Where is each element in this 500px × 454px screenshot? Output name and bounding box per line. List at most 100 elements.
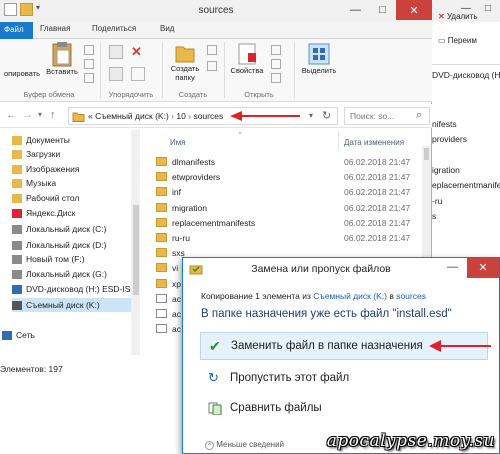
folder-icon [156,233,167,242]
column-header-date[interactable]: Дата изменения [344,138,404,147]
nav-item-label: Загрузки [26,149,61,159]
file-row[interactable]: replacementmanifests 06.02.2018 21:47 [156,216,426,231]
nav-item-label: Локальный диск (G:) [26,269,107,279]
file-row[interactable]: ru-ru 06.02.2018 21:47 [156,231,426,246]
dialog-close-button[interactable]: ✕ [467,258,499,278]
new-item-icon[interactable] [207,45,217,55]
search-input[interactable]: Поиск: so... ⌕ [344,107,430,125]
new-folder-button[interactable]: Создать папку [165,42,205,82]
drive-icon [12,269,22,279]
select-button[interactable]: Выделить [297,42,341,75]
file-row[interactable]: inf 06.02.2018 21:47 [156,185,426,200]
conflict-message: В папке назначения уже есть файл "instal… [201,308,452,320]
new-folder-icon [175,46,195,63]
dialog-minimize-button[interactable]: — [447,261,458,273]
tab-view[interactable]: Вид [160,24,174,33]
file-name: inf [172,187,181,198]
background-file-item: -ru [432,195,443,206]
file-icon [156,324,167,334]
copy-to-icon[interactable] [109,67,123,81]
file-list-scroll-thumb[interactable] [424,148,429,160]
copy-button[interactable]: опировать [0,69,44,78]
file-row[interactable]: migration 06.02.2018 21:47 [156,201,426,216]
copy-path-icon[interactable] [84,59,94,69]
breadcrumb-item[interactable]: 10 [176,111,185,121]
nav-item[interactable]: Документы [12,133,70,147]
music-icon [12,178,22,188]
drive-icon [12,224,22,234]
replace-or-skip-dialog: Замена или пропуск файлов — ✕ Копировани… [182,257,500,454]
refresh-icon[interactable]: ↻ [322,109,331,122]
maximize-button[interactable]: □ [369,0,396,20]
paste-shortcut-icon[interactable] [84,73,94,83]
folder-icon [156,278,167,288]
nav-item-label: Новый том (F:) [26,254,85,264]
breadcrumb-item[interactable]: sources [193,111,223,121]
annotation-arrow-icon [230,111,300,121]
properties-icon [238,43,256,65]
minimize-button[interactable]: — [342,0,369,20]
breadcrumb-item[interactable]: Съемный диск (K:) [95,111,169,121]
nav-item[interactable]: Загрузки [12,147,60,161]
paste-button[interactable]: Вставить [42,41,82,76]
nav-item-label: Яндекс.Диск [26,208,76,218]
background-dvd-label: DVD-дисковод (H:) ES [432,70,500,80]
close-button[interactable]: ✕ [396,0,432,20]
nav-item[interactable]: DVD-дисковод (H:) ESD-ISO [12,282,137,296]
less-details-toggle[interactable]: ^ Меньше сведений [205,440,284,450]
folder-icon [156,187,167,197]
file-row[interactable]: etwproviders 06.02.2018 21:47 [156,170,426,185]
nav-item[interactable]: Яндекс.Диск [12,206,75,220]
file-name: ac [172,309,181,319]
nav-item[interactable]: Изображения [12,162,79,176]
recent-locations-icon[interactable]: ▾ [38,110,42,119]
paste-icon [52,42,72,67]
file-name: vi [172,263,179,274]
skip-file-option[interactable]: ↻ Пропустить этот файл [200,364,488,392]
file-name: ac [172,324,181,335]
navigation-pane: Документы Загрузки Изображения Музыка Рабочи… [0,128,140,360]
forward-arrow-icon[interactable]: → [22,109,33,121]
move-to-icon[interactable] [109,45,123,59]
nav-item[interactable]: Съемный диск (K:) [12,298,140,312]
breadcrumb-overflow[interactable]: « [88,111,93,121]
nav-item[interactable]: Рабочий стол [12,191,79,205]
history-icon[interactable] [271,73,281,83]
rename-button[interactable]: ▭ Переим [438,36,477,45]
copy-dest-link[interactable]: sources [396,291,426,301]
drive-icon [12,254,22,264]
nav-item[interactable]: Локальный диск (C:) [12,222,106,236]
title-bar: ▾ sources — □ ✕ [0,0,432,22]
nav-item[interactable]: Локальный диск (G:) [12,267,107,281]
copy-source-link[interactable]: Съемный диск (K:) [313,291,387,301]
up-arrow-icon[interactable]: ↑ [50,109,56,121]
rename-icon[interactable] [131,67,145,81]
nav-item[interactable]: Новый том (F:) [12,252,85,266]
cut-icon[interactable] [84,45,94,55]
nav-item[interactable]: Музыка [12,176,56,190]
properties-button[interactable]: Свойства [227,42,267,75]
file-name: ac [172,293,181,304]
address-dropdown-icon[interactable]: ▾ [309,111,313,120]
tab-home[interactable]: Главная [40,24,70,33]
easy-access-icon[interactable] [207,61,217,71]
delete-button[interactable]: ✕ Удалить [438,12,477,21]
delete-icon[interactable]: ✕ [131,44,142,60]
tab-file[interactable]: Файл [0,22,33,39]
compare-files-option[interactable]: Сравнить файлы [200,394,488,422]
compare-icon [208,402,222,415]
tab-share[interactable]: Поделиться [92,24,136,33]
maximize-icon[interactable]: □ [478,3,498,17]
navigation-scroll-thumb[interactable] [133,205,139,295]
back-arrow-icon[interactable]: ← [6,109,17,121]
organize-group: ✕ Упорядочить [101,39,161,102]
open-icon[interactable] [271,45,281,55]
edit-icon[interactable] [271,59,281,69]
file-name: etwproviders [172,172,221,183]
file-date: 06.02.2018 21:47 [344,217,411,228]
nav-item-label: DVD-дисковод (H:) ESD-ISO [26,284,138,294]
column-header-name[interactable]: Имя [170,138,186,147]
nav-item[interactable]: Сеть [2,328,35,342]
file-row[interactable]: dlmanifests 06.02.2018 21:47 [156,155,426,170]
nav-item[interactable]: Локальный диск (D:) [12,238,106,252]
